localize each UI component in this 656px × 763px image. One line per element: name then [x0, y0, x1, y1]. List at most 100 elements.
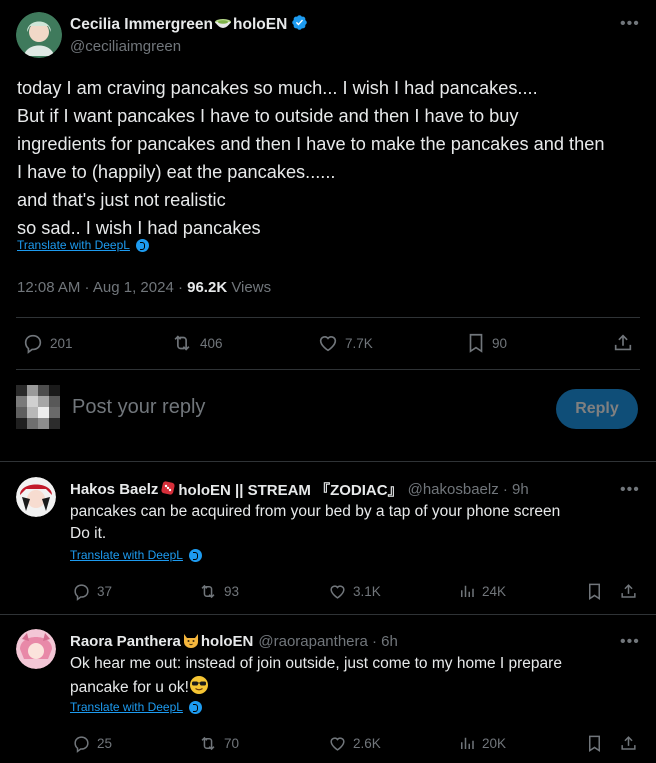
views-action[interactable]: 24K — [458, 582, 506, 600]
reply-action[interactable]: 37 — [72, 582, 112, 601]
matcha-emoji-icon — [214, 15, 232, 36]
divider — [0, 461, 656, 462]
repost-count: 93 — [224, 584, 240, 599]
divider — [16, 369, 640, 370]
share-icon — [619, 582, 638, 601]
repost-count: 406 — [200, 335, 223, 351]
reply-action[interactable]: 25 — [72, 734, 112, 753]
reply-button[interactable]: Reply — [556, 389, 638, 429]
author-org-text: holoEN — [233, 16, 288, 33]
share-icon — [612, 332, 634, 354]
views-label: Views — [227, 279, 272, 296]
reply-author-name[interactable]: Raora Panthera — [70, 633, 181, 650]
views-count: 20K — [482, 735, 507, 751]
deepl-icon — [188, 700, 202, 714]
tweet-meta: 12:08 AM · Aug 1, 2024 · 96.2K Views — [17, 279, 271, 296]
bookmark-icon — [466, 332, 486, 354]
reply-icon — [72, 734, 91, 753]
reply-avatar[interactable] — [16, 477, 56, 517]
translate-link[interactable]: Translate with DeepL — [17, 238, 149, 252]
reply-count: 37 — [97, 584, 113, 599]
author-handle[interactable]: @ceciliaimgreen — [70, 38, 181, 55]
like-action[interactable]: 2.6K — [328, 734, 381, 753]
like-count: 3.1K — [353, 584, 381, 599]
tweet-line: I have to (happily) eat the pancakes....… — [17, 162, 336, 182]
bookmark-action[interactable]: 90 — [466, 332, 507, 354]
translate-link[interactable]: Translate with DeepL — [70, 548, 202, 562]
reply-count: 201 — [50, 335, 73, 351]
more-icon[interactable]: ••• — [620, 634, 640, 650]
reply-text: Ok hear me out: instead of join outside,… — [70, 653, 562, 702]
bookmark-action[interactable] — [586, 734, 603, 753]
reply-line: pancake for u ok! — [70, 679, 189, 696]
deepl-icon — [135, 238, 149, 252]
reply-count: 25 — [97, 736, 113, 751]
timestamp[interactable]: 12:08 AM · Aug 1, 2024 · — [17, 279, 187, 296]
views-action[interactable]: 20K — [458, 734, 506, 752]
repost-action[interactable]: 93 — [198, 582, 239, 601]
reply-header: Hakos Baelz holoEN || STREAM 『ZODIAC』 @h… — [70, 479, 529, 500]
repost-action[interactable]: 70 — [198, 734, 239, 753]
verified-badge-icon — [291, 14, 308, 36]
share-action[interactable] — [619, 734, 638, 753]
like-count: 2.6K — [353, 736, 381, 751]
views-icon — [458, 734, 476, 752]
repost-icon — [198, 582, 218, 601]
reply-input[interactable]: Post your reply — [72, 396, 205, 419]
reply-author-name[interactable]: Hakos Baelz — [70, 481, 158, 498]
heart-icon — [317, 332, 339, 354]
repost-icon — [198, 734, 218, 753]
bookmark-icon — [586, 734, 603, 753]
translate-label: Translate with DeepL — [17, 238, 130, 252]
reply-line-wrap: pancake for u ok! — [70, 675, 562, 702]
like-count: 7.7K — [345, 335, 373, 351]
more-icon[interactable]: ••• — [620, 16, 640, 32]
tweet-line: today I am craving pancakes so much... I… — [17, 78, 538, 98]
heart-icon — [328, 734, 347, 753]
views-count: 96.2K — [187, 279, 228, 296]
translate-link[interactable]: Translate with DeepL — [70, 700, 202, 714]
reply-handle-time[interactable]: @hakosbaelz · 9h — [408, 481, 529, 498]
more-icon[interactable]: ••• — [620, 482, 640, 498]
reply-line: Ok hear me out: instead of join outside,… — [70, 655, 562, 672]
cat-emoji-icon — [182, 631, 200, 652]
tweet-line: But if I want pancakes I have to outside… — [17, 106, 519, 126]
share-action[interactable] — [619, 582, 638, 601]
reply-author-suffix[interactable]: holoEN — [201, 633, 254, 650]
reply-author-suffix[interactable]: holoEN || STREAM 『ZODIAC』 — [178, 479, 402, 500]
translate-label: Translate with DeepL — [70, 548, 183, 562]
reply-icon — [72, 582, 91, 601]
share-icon — [619, 734, 638, 753]
sunglasses-emoji-icon — [189, 675, 209, 702]
divider — [16, 317, 640, 318]
author-name[interactable]: Cecilia Immergreen holoEN — [70, 14, 308, 36]
tweet-line: ingredients for pancakes and then I have… — [17, 134, 605, 154]
divider — [0, 614, 656, 615]
like-action[interactable]: 7.7K — [317, 332, 373, 354]
views-icon — [458, 582, 476, 600]
current-user-avatar — [16, 385, 60, 429]
deepl-icon — [188, 548, 202, 562]
repost-icon — [170, 332, 194, 354]
share-action[interactable] — [612, 332, 634, 354]
author-name-text: Cecilia Immergreen — [70, 16, 214, 33]
translate-label: Translate with DeepL — [70, 700, 183, 714]
bookmark-count: 90 — [492, 335, 508, 351]
repost-count: 70 — [224, 736, 240, 751]
bookmark-action[interactable] — [586, 582, 603, 601]
heart-icon — [328, 582, 347, 601]
reply-handle-time[interactable]: @raorapanthera · 6h — [258, 633, 397, 650]
reply-avatar[interactable] — [16, 629, 56, 669]
tweet-text: today I am craving pancakes so much... I… — [17, 74, 645, 242]
tweet-line: and that's just not realistic — [17, 190, 226, 210]
like-action[interactable]: 3.1K — [328, 582, 381, 601]
reply-line: pancakes can be acquired from your bed b… — [70, 503, 561, 520]
reply-text: pancakes can be acquired from your bed b… — [70, 501, 560, 545]
reply-action[interactable]: 201 — [22, 332, 73, 354]
reply-header: Raora Panthera holoEN @raorapanthera · 6… — [70, 631, 398, 652]
author-avatar[interactable] — [16, 12, 62, 58]
dice-emoji-icon — [160, 480, 176, 500]
bookmark-icon — [586, 582, 603, 601]
repost-action[interactable]: 406 — [170, 332, 223, 354]
reply-icon — [22, 332, 44, 354]
